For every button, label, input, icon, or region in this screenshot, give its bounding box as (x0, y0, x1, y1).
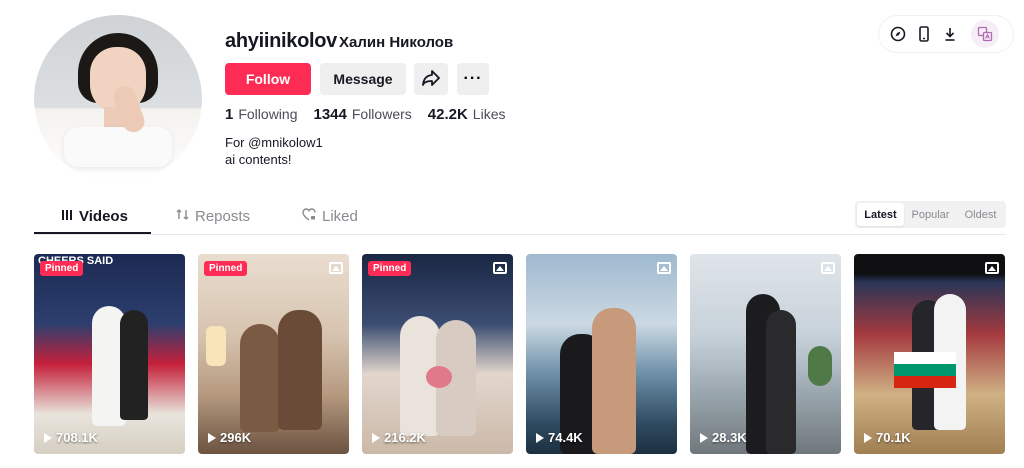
view-count: 296K (208, 430, 251, 445)
view-count-value: 70.1K (876, 430, 911, 445)
phone-icon[interactable] (913, 23, 935, 45)
video-card[interactable]: 70.1K (854, 254, 1005, 454)
pinned-badge: Pinned (40, 261, 84, 276)
sort-oldest[interactable]: Oldest (957, 203, 1004, 226)
likes-count: 42.2K (427, 106, 468, 123)
followers-count: 1344 (313, 106, 347, 123)
likes-label: Likes (472, 106, 506, 122)
view-count: 28.3K (700, 430, 747, 445)
sort-latest[interactable]: Latest (857, 203, 904, 226)
repost-icon (176, 208, 189, 225)
active-tab-indicator (34, 232, 151, 234)
flowers-shape (426, 366, 452, 388)
profile-avatar[interactable] (34, 15, 202, 183)
plant-shape (808, 346, 832, 386)
play-icon (864, 432, 872, 443)
profile-username: ahyiinikolov (225, 30, 337, 52)
photo-icon (657, 262, 671, 274)
view-count: 74.4K (536, 430, 583, 445)
photo-icon (329, 262, 343, 274)
following-count: 1 (225, 106, 234, 123)
following-stat[interactable]: 1 Following (225, 106, 297, 123)
figure-shape (592, 308, 636, 454)
photo-icon (985, 262, 999, 274)
pinned-badge: Pinned (204, 261, 248, 276)
tab-videos-label: Videos (79, 208, 128, 225)
view-count: 216.2K (372, 430, 426, 445)
share-icon (422, 69, 440, 89)
profile-nickname: Халин Николов (339, 34, 454, 51)
lamp-shape (206, 326, 226, 366)
follow-button[interactable]: Follow (225, 63, 311, 95)
profile-bio: For @mnikolow1 ai contents! (225, 134, 323, 168)
photo-icon (493, 262, 507, 274)
video-card[interactable]: CHEERS SAID Pinned 708.1K (34, 254, 185, 454)
play-icon (372, 432, 380, 443)
bio-line: For @mnikolow1 (225, 135, 323, 150)
figure-shape (120, 310, 148, 420)
tab-liked[interactable]: Liked (302, 208, 358, 225)
figure-shape (278, 310, 322, 430)
figure-shape (766, 310, 796, 454)
play-icon (700, 432, 708, 443)
tab-reposts[interactable]: Reposts (176, 208, 250, 225)
share-button[interactable] (414, 63, 448, 95)
video-card[interactable]: Pinned 296K (198, 254, 349, 454)
top-right-toolbar (879, 16, 1013, 52)
tab-liked-label: Liked (322, 208, 358, 225)
following-label: Following (238, 106, 298, 122)
tab-videos[interactable]: Videos (61, 208, 128, 225)
figure-shape (240, 324, 280, 432)
download-icon[interactable] (939, 23, 961, 45)
play-icon (208, 432, 216, 443)
profile-stats: 1 Following 1344 Followers 42.2K Likes (225, 106, 521, 123)
grid-icon (61, 208, 73, 225)
video-card[interactable]: 74.4K (526, 254, 677, 454)
play-icon (44, 432, 52, 443)
photo-icon (821, 262, 835, 274)
more-options-button[interactable]: ··· (457, 63, 489, 95)
tab-reposts-label: Reposts (195, 208, 251, 225)
view-count-value: 216.2K (384, 430, 426, 445)
video-card[interactable]: Pinned 216.2K (362, 254, 513, 454)
view-count-value: 708.1K (56, 430, 98, 445)
sort-toggle: Latest Popular Oldest (855, 201, 1006, 228)
view-count-value: 28.3K (712, 430, 747, 445)
compass-icon[interactable] (887, 23, 909, 45)
message-button[interactable]: Message (320, 63, 406, 95)
play-icon (536, 432, 544, 443)
sort-popular[interactable]: Popular (904, 203, 957, 226)
video-card[interactable]: 28.3K (690, 254, 841, 454)
view-count: 708.1K (44, 430, 98, 445)
view-count-value: 296K (220, 430, 252, 445)
pinned-badge: Pinned (368, 261, 412, 276)
avatar-top (64, 127, 172, 167)
translate-icon[interactable] (971, 20, 999, 48)
video-grid: CHEERS SAID Pinned 708.1K Pinned 296K Pi… (34, 254, 1005, 454)
heart-lock-icon (302, 208, 316, 225)
followers-stat[interactable]: 1344 Followers (313, 106, 411, 123)
bio-line: ai contents! (225, 152, 292, 167)
view-count-value: 74.4K (548, 430, 583, 445)
likes-stat: 42.2K Likes (428, 106, 506, 123)
flag-shape (894, 352, 956, 388)
followers-label: Followers (351, 106, 412, 122)
view-count: 70.1K (864, 430, 911, 445)
